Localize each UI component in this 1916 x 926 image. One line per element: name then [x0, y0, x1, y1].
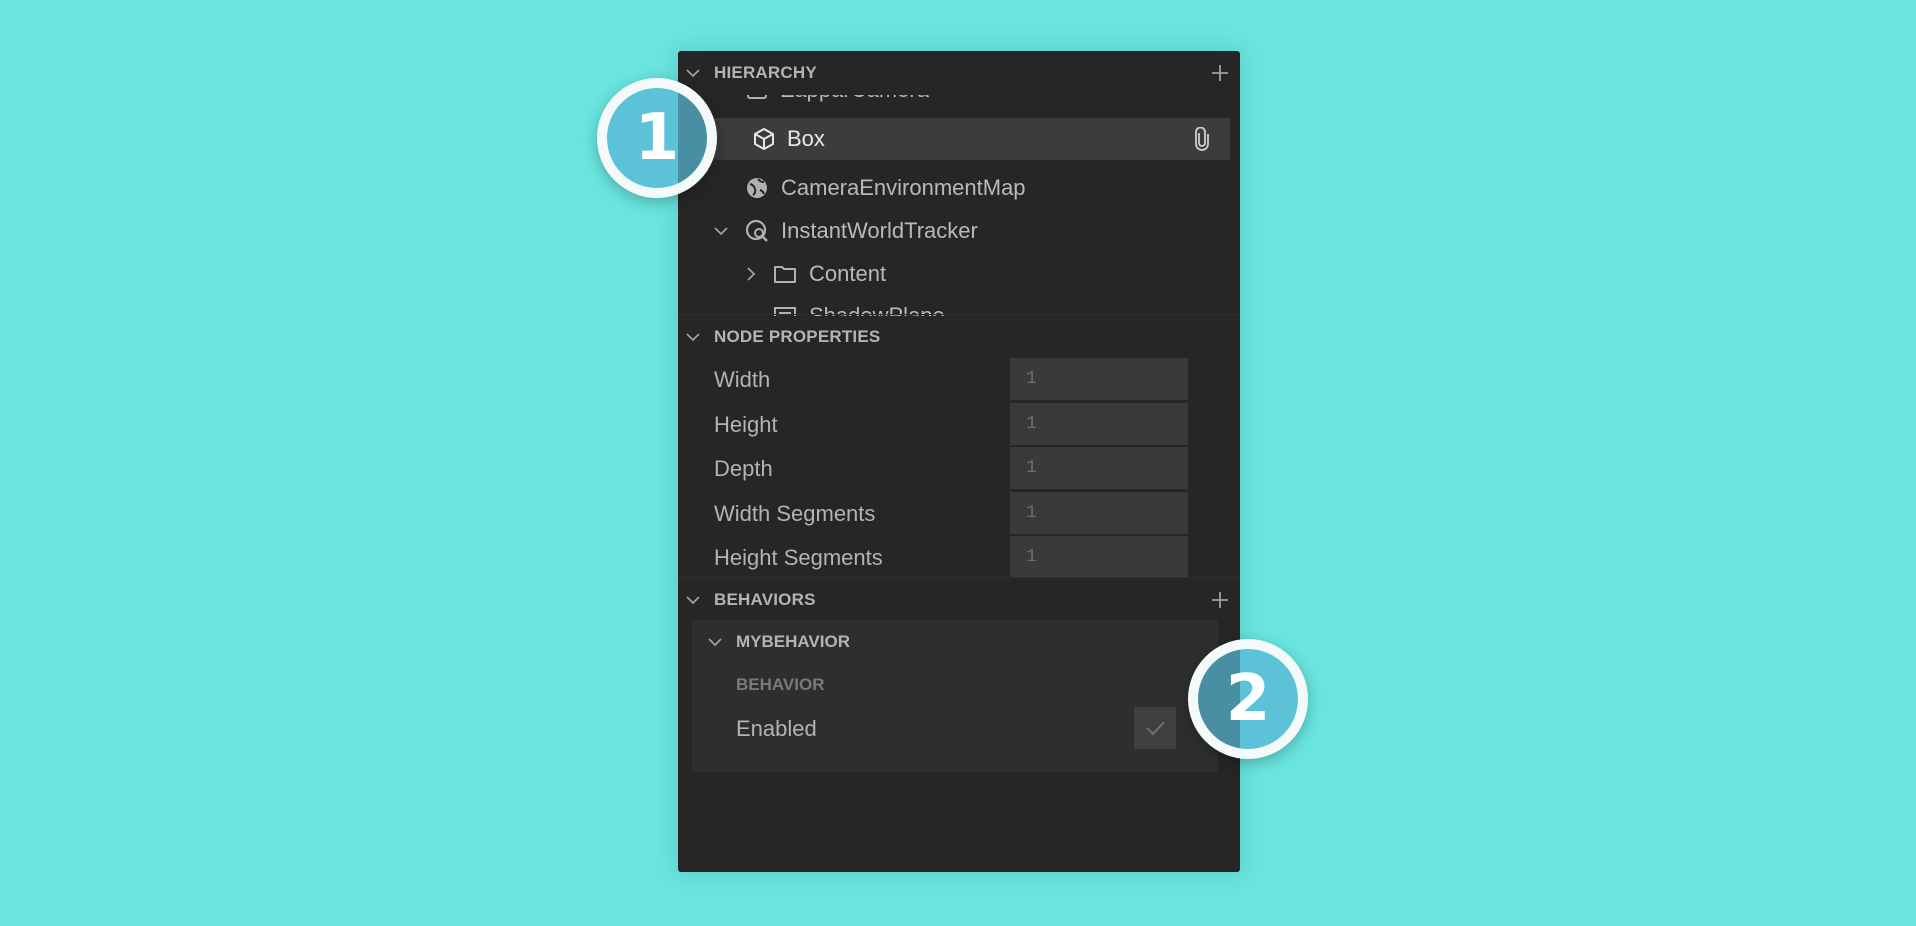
property-label: Width Segments [714, 501, 876, 526]
enabled-label: Enabled [736, 716, 817, 741]
editor-panel: HIERARCHY ZapparCamera Box [678, 51, 1240, 872]
globe-icon [745, 176, 769, 200]
tree-item-zappar-camera[interactable]: ZapparCamera [678, 95, 1240, 111]
hierarchy-tree: ZapparCamera Box CameraEnvironmentMap [678, 95, 1240, 316]
chevron-down-icon[interactable] [686, 593, 700, 607]
enabled-checkbox[interactable] [1134, 707, 1176, 749]
width-field[interactable] [1010, 358, 1188, 400]
tree-item-box[interactable]: Box [714, 118, 1230, 160]
tree-item-label: InstantWorldTracker [781, 218, 978, 243]
node-properties-title: NODE PROPERTIES [714, 327, 881, 346]
hierarchy-header[interactable]: HIERARCHY [678, 51, 1240, 95]
property-row-width-segments: Width Segments [678, 492, 1240, 536]
marker-number: 2 [1225, 662, 1271, 736]
tree-item-shadow-plane[interactable]: ShadowPlane [678, 295, 1240, 316]
chevron-down-icon[interactable] [686, 330, 700, 344]
behavior-card: MYBEHAVIOR BEHAVIOR Enabled [692, 620, 1218, 772]
depth-field[interactable] [1010, 447, 1188, 489]
behaviors-title: BEHAVIORS [714, 590, 816, 609]
add-behavior-button[interactable] [1210, 590, 1230, 610]
node-properties-header[interactable]: NODE PROPERTIES [678, 315, 1240, 359]
width-segments-field[interactable] [1010, 492, 1188, 534]
property-label: Width [714, 367, 771, 392]
behaviors-header[interactable]: BEHAVIORS [678, 578, 1240, 622]
step-marker-1: 1 [597, 78, 717, 198]
property-label: Height Segments [714, 545, 883, 570]
tree-item-label: Box [787, 126, 825, 151]
property-row-depth: Depth [678, 447, 1240, 491]
chevron-down-icon[interactable] [714, 95, 728, 97]
cube-icon [752, 127, 776, 151]
chevron-down-icon[interactable] [686, 66, 700, 80]
hierarchy-title: HIERARCHY [714, 63, 817, 82]
height-field[interactable] [1010, 403, 1188, 445]
tree-item-instant-world-tracker[interactable]: InstantWorldTracker [678, 210, 1240, 252]
height-segments-field[interactable] [1010, 536, 1188, 578]
check-icon [1146, 721, 1165, 736]
behavior-card-title: MYBEHAVIOR [736, 632, 850, 651]
chevron-down-icon[interactable] [714, 224, 728, 238]
tree-item-label: CameraEnvironmentMap [781, 175, 1026, 200]
property-label: Height [714, 412, 778, 437]
tree-item-label: ZapparCamera [781, 95, 929, 103]
tree-item-camera-environment-map[interactable]: CameraEnvironmentMap [678, 167, 1240, 209]
add-node-button[interactable] [1210, 63, 1230, 83]
chevron-right-icon[interactable] [744, 267, 758, 281]
marker-number: 1 [634, 101, 680, 175]
property-row-height: Height [678, 403, 1240, 447]
property-label: Depth [714, 456, 773, 481]
behavior-subtitle: BEHAVIOR [736, 675, 825, 694]
property-row-width: Width [678, 358, 1240, 402]
camera-icon [745, 95, 769, 102]
paperclip-icon[interactable] [1190, 126, 1214, 151]
tree-item-label: Content [809, 261, 887, 286]
step-marker-2: 2 [1188, 639, 1308, 759]
world-tracker-icon [745, 219, 769, 243]
chevron-down-icon[interactable] [708, 635, 722, 649]
tree-item-content[interactable]: Content [678, 253, 1240, 295]
property-row-height-segments: Height Segments [678, 536, 1240, 580]
folder-icon [773, 262, 797, 286]
